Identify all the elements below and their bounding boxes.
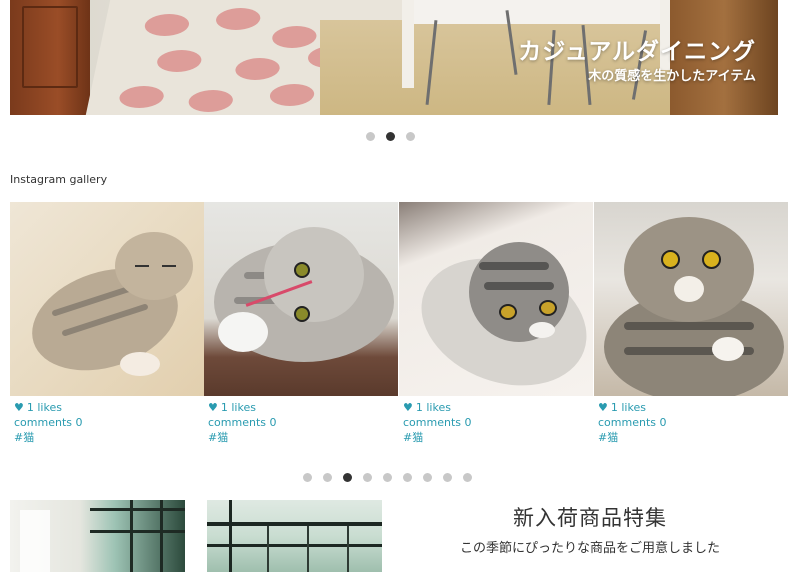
hero-title: カジュアルダイニング — [518, 39, 756, 65]
carousel-dot-9[interactable] — [463, 473, 472, 482]
gallery-photo[interactable] — [10, 202, 204, 396]
hashtag[interactable]: #猫 — [598, 430, 788, 445]
carousel-dot-3[interactable] — [343, 473, 352, 482]
carousel-dot-8[interactable] — [443, 473, 452, 482]
product-image[interactable] — [10, 500, 185, 572]
carousel-dot-6[interactable] — [403, 473, 412, 482]
gallery-card: ♥ 1 likes comments 0 #猫 — [399, 202, 593, 445]
like-count[interactable]: ♥ 1 likes — [14, 400, 204, 415]
comment-count[interactable]: comments 0 — [598, 415, 788, 430]
carousel-dot-2[interactable] — [386, 132, 395, 141]
gallery-photo[interactable] — [594, 202, 788, 396]
hero-table-leg — [402, 0, 414, 88]
hashtag[interactable]: #猫 — [208, 430, 398, 445]
like-count[interactable]: ♥ 1 likes — [403, 400, 593, 415]
comment-count[interactable]: comments 0 — [208, 415, 398, 430]
carousel-dot-1[interactable] — [366, 132, 375, 141]
gallery-pager — [303, 473, 472, 482]
product-image[interactable] — [207, 500, 382, 572]
gallery-photo[interactable] — [399, 202, 593, 396]
hashtag[interactable]: #猫 — [14, 430, 204, 445]
gallery-photo[interactable] — [204, 202, 398, 396]
instagram-gallery: ♥ 1 likes comments 0 #猫 ♥ 1 likes comments… — [10, 202, 798, 452]
heart-icon: ♥ — [403, 401, 413, 414]
hero-pager — [366, 132, 415, 141]
heart-icon: ♥ — [14, 401, 24, 414]
comment-count[interactable]: comments 0 — [14, 415, 204, 430]
carousel-dot-1[interactable] — [303, 473, 312, 482]
like-count[interactable]: ♥ 1 likes — [208, 400, 398, 415]
gallery-card: ♥ 1 likes comments 0 #猫 — [10, 202, 204, 445]
feature-title: 新入荷商品特集 — [513, 506, 667, 530]
carousel-dot-4[interactable] — [363, 473, 372, 482]
heart-icon: ♥ — [598, 401, 608, 414]
like-count[interactable]: ♥ 1 likes — [598, 400, 788, 415]
gallery-card: ♥ 1 likes comments 0 #猫 — [594, 202, 788, 445]
hero-door — [10, 0, 90, 115]
feature-subtitle: この季節にぴったりな商品をご用意しました — [459, 541, 720, 556]
carousel-dot-7[interactable] — [423, 473, 432, 482]
hashtag[interactable]: #猫 — [403, 430, 593, 445]
hero-subtitle: 木の質感を生かしたアイテム — [588, 69, 756, 84]
comment-count[interactable]: comments 0 — [403, 415, 593, 430]
hero-table — [402, 0, 672, 24]
gallery-heading: Instagram gallery — [10, 173, 108, 186]
carousel-dot-5[interactable] — [383, 473, 392, 482]
hero-banner[interactable]: カジュアルダイニング 木の質感を生かしたアイテム — [10, 0, 778, 115]
carousel-dot-2[interactable] — [323, 473, 332, 482]
carousel-dot-3[interactable] — [406, 132, 415, 141]
heart-icon: ♥ — [208, 401, 218, 414]
gallery-card: ♥ 1 likes comments 0 #猫 — [204, 202, 398, 445]
